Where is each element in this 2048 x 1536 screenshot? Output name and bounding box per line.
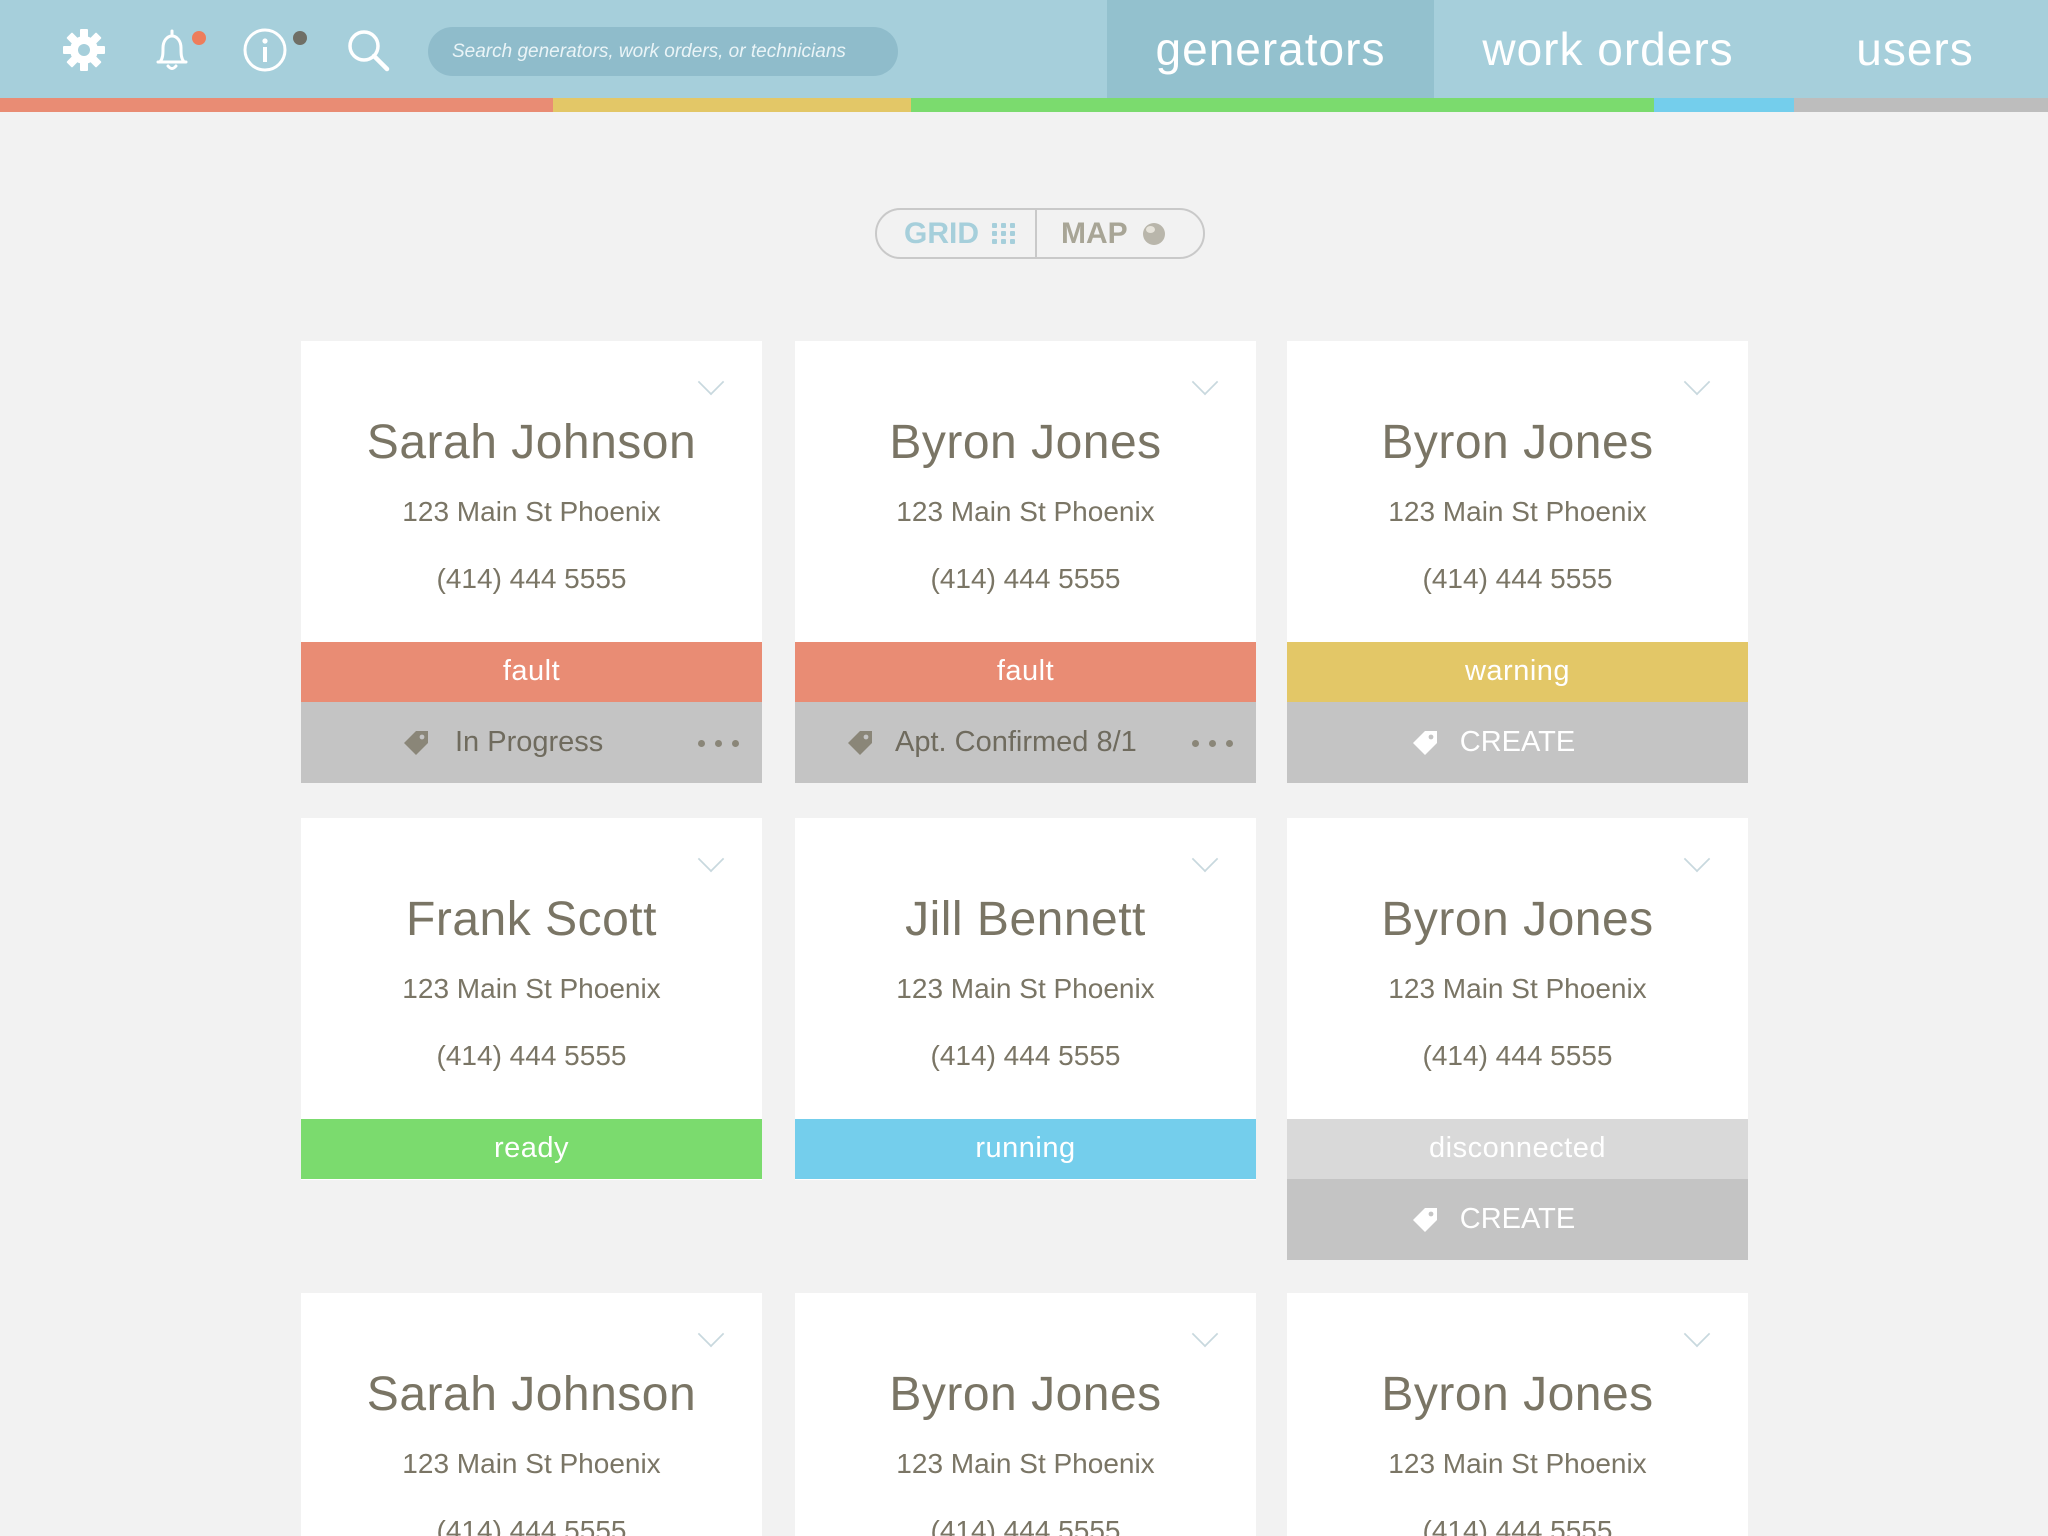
status-badge: warning: [1287, 642, 1748, 702]
more-options-icon[interactable]: [1192, 740, 1236, 748]
address: 123 Main St Phoenix: [1388, 973, 1647, 1004]
top-bar: generators work orders users: [0, 0, 2048, 98]
work-order-bar[interactable]: In Progress: [301, 702, 762, 783]
chevron-down-icon[interactable]: [697, 368, 725, 396]
generator-card[interactable]: Byron Jones 123 Main St Phoenix (414) 444 …: [795, 1293, 1256, 1536]
create-work-order-button[interactable]: CREATE: [1287, 702, 1748, 783]
generator-card[interactable]: Byron Jones 123 Main St Phoenix (414) 444 …: [1287, 1293, 1748, 1536]
generator-card[interactable]: Sarah Johnson 123 Main St Phoenix (414) 44…: [301, 341, 762, 783]
owner-name: Frank Scott: [406, 893, 657, 946]
bell-icon[interactable]: [144, 22, 200, 78]
map-label: MAP: [1061, 217, 1128, 250]
owner-name: Byron Jones: [1381, 1368, 1654, 1421]
chevron-down-icon[interactable]: [1191, 1320, 1219, 1348]
search-field: [428, 27, 898, 76]
address: 123 Main St Phoenix: [402, 1448, 661, 1479]
tab-generators[interactable]: generators: [1107, 0, 1434, 98]
work-order-label: Apt. Confirmed 8/1: [895, 726, 1137, 758]
phone-number: (414) 444 5555: [930, 1040, 1121, 1071]
phone-number: (414) 444 5555: [1422, 1040, 1613, 1071]
info-dot: [293, 31, 307, 45]
chevron-down-icon[interactable]: [697, 1320, 725, 1348]
tag-icon: [845, 728, 875, 758]
search-icon[interactable]: [340, 22, 396, 78]
work-order-bar[interactable]: Apt. Confirmed 8/1: [795, 702, 1256, 783]
chevron-down-icon[interactable]: [1683, 368, 1711, 396]
tag-icon: [401, 728, 431, 758]
generator-card[interactable]: Byron Jones 123 Main St Phoenix (414) 444 …: [795, 341, 1256, 783]
chevron-down-icon[interactable]: [1683, 1320, 1711, 1348]
address: 123 Main St Phoenix: [896, 973, 1155, 1004]
status-stripe-disconnected: [1794, 98, 2048, 112]
work-order-label: In Progress: [455, 726, 604, 758]
status-stripe-running: [1654, 98, 1794, 112]
tab-work-orders[interactable]: work orders: [1434, 0, 1782, 98]
phone-number: (414) 444 5555: [436, 1040, 627, 1071]
phone-number: (414) 444 5555: [1422, 1515, 1613, 1536]
chevron-down-icon[interactable]: [1191, 845, 1219, 873]
status-stripe-fault: [0, 98, 553, 112]
status-badge: ready: [301, 1119, 762, 1179]
phone-number: (414) 444 5555: [436, 563, 627, 594]
info-icon[interactable]: [237, 22, 293, 78]
generator-card[interactable]: Sarah Johnson 123 Main St Phoenix (414) 44…: [301, 1293, 762, 1536]
status-stripe-warning: [553, 98, 911, 112]
owner-name: Sarah Johnson: [366, 416, 697, 469]
settings-icon[interactable]: [56, 22, 112, 78]
address: 123 Main St Phoenix: [1388, 1448, 1647, 1479]
phone-number: (414) 444 5555: [930, 1515, 1121, 1536]
address: 123 Main St Phoenix: [896, 496, 1155, 527]
phone-number: (414) 444 5555: [930, 563, 1121, 594]
view-toggle: GRID MAP: [875, 208, 1205, 259]
grid-icon: [992, 223, 1016, 245]
notification-dot: [192, 31, 206, 45]
address: 123 Main St Phoenix: [896, 1448, 1155, 1479]
work-order-label: CREATE: [1459, 726, 1576, 758]
tab-users[interactable]: users: [1782, 0, 2048, 98]
chevron-down-icon[interactable]: [697, 845, 725, 873]
map-view-button[interactable]: MAP: [1037, 210, 1203, 257]
generator-card[interactable]: Byron Jones 123 Main St Phoenix (414) 444 …: [1287, 818, 1748, 1260]
owner-name: Byron Jones: [1381, 893, 1654, 946]
status-badge: running: [795, 1119, 1256, 1179]
phone-number: (414) 444 5555: [1422, 563, 1613, 594]
owner-name: Byron Jones: [889, 416, 1162, 469]
status-stripe-ready: [911, 98, 1654, 112]
search-input[interactable]: [428, 27, 898, 76]
owner-name: Byron Jones: [889, 1368, 1162, 1421]
generator-card[interactable]: Jill Bennett 123 Main St Phoenix (414) 444…: [795, 818, 1256, 1180]
address: 123 Main St Phoenix: [402, 496, 661, 527]
address: 123 Main St Phoenix: [402, 973, 661, 1004]
grid-label: GRID: [904, 217, 979, 250]
owner-name: Byron Jones: [1381, 416, 1654, 469]
generator-card[interactable]: Byron Jones 123 Main St Phoenix (414) 444 …: [1287, 341, 1748, 783]
status-badge: fault: [795, 642, 1256, 702]
status-badge: fault: [301, 642, 762, 702]
globe-icon: [1143, 223, 1165, 245]
phone-number: (414) 444 5555: [436, 1515, 627, 1536]
grid-view-button[interactable]: GRID: [877, 210, 1035, 257]
address: 123 Main St Phoenix: [1388, 496, 1647, 527]
work-order-label: CREATE: [1459, 1203, 1576, 1235]
status-badge: disconnected: [1287, 1119, 1748, 1179]
owner-name: Jill Bennett: [905, 893, 1146, 946]
owner-name: Sarah Johnson: [366, 1368, 697, 1421]
chevron-down-icon[interactable]: [1191, 368, 1219, 396]
generator-card[interactable]: Frank Scott 123 Main St Phoenix (414) 444 …: [301, 818, 762, 1180]
chevron-down-icon[interactable]: [1683, 845, 1711, 873]
more-options-icon[interactable]: [698, 740, 742, 748]
create-work-order-button[interactable]: CREATE: [1287, 1179, 1748, 1260]
